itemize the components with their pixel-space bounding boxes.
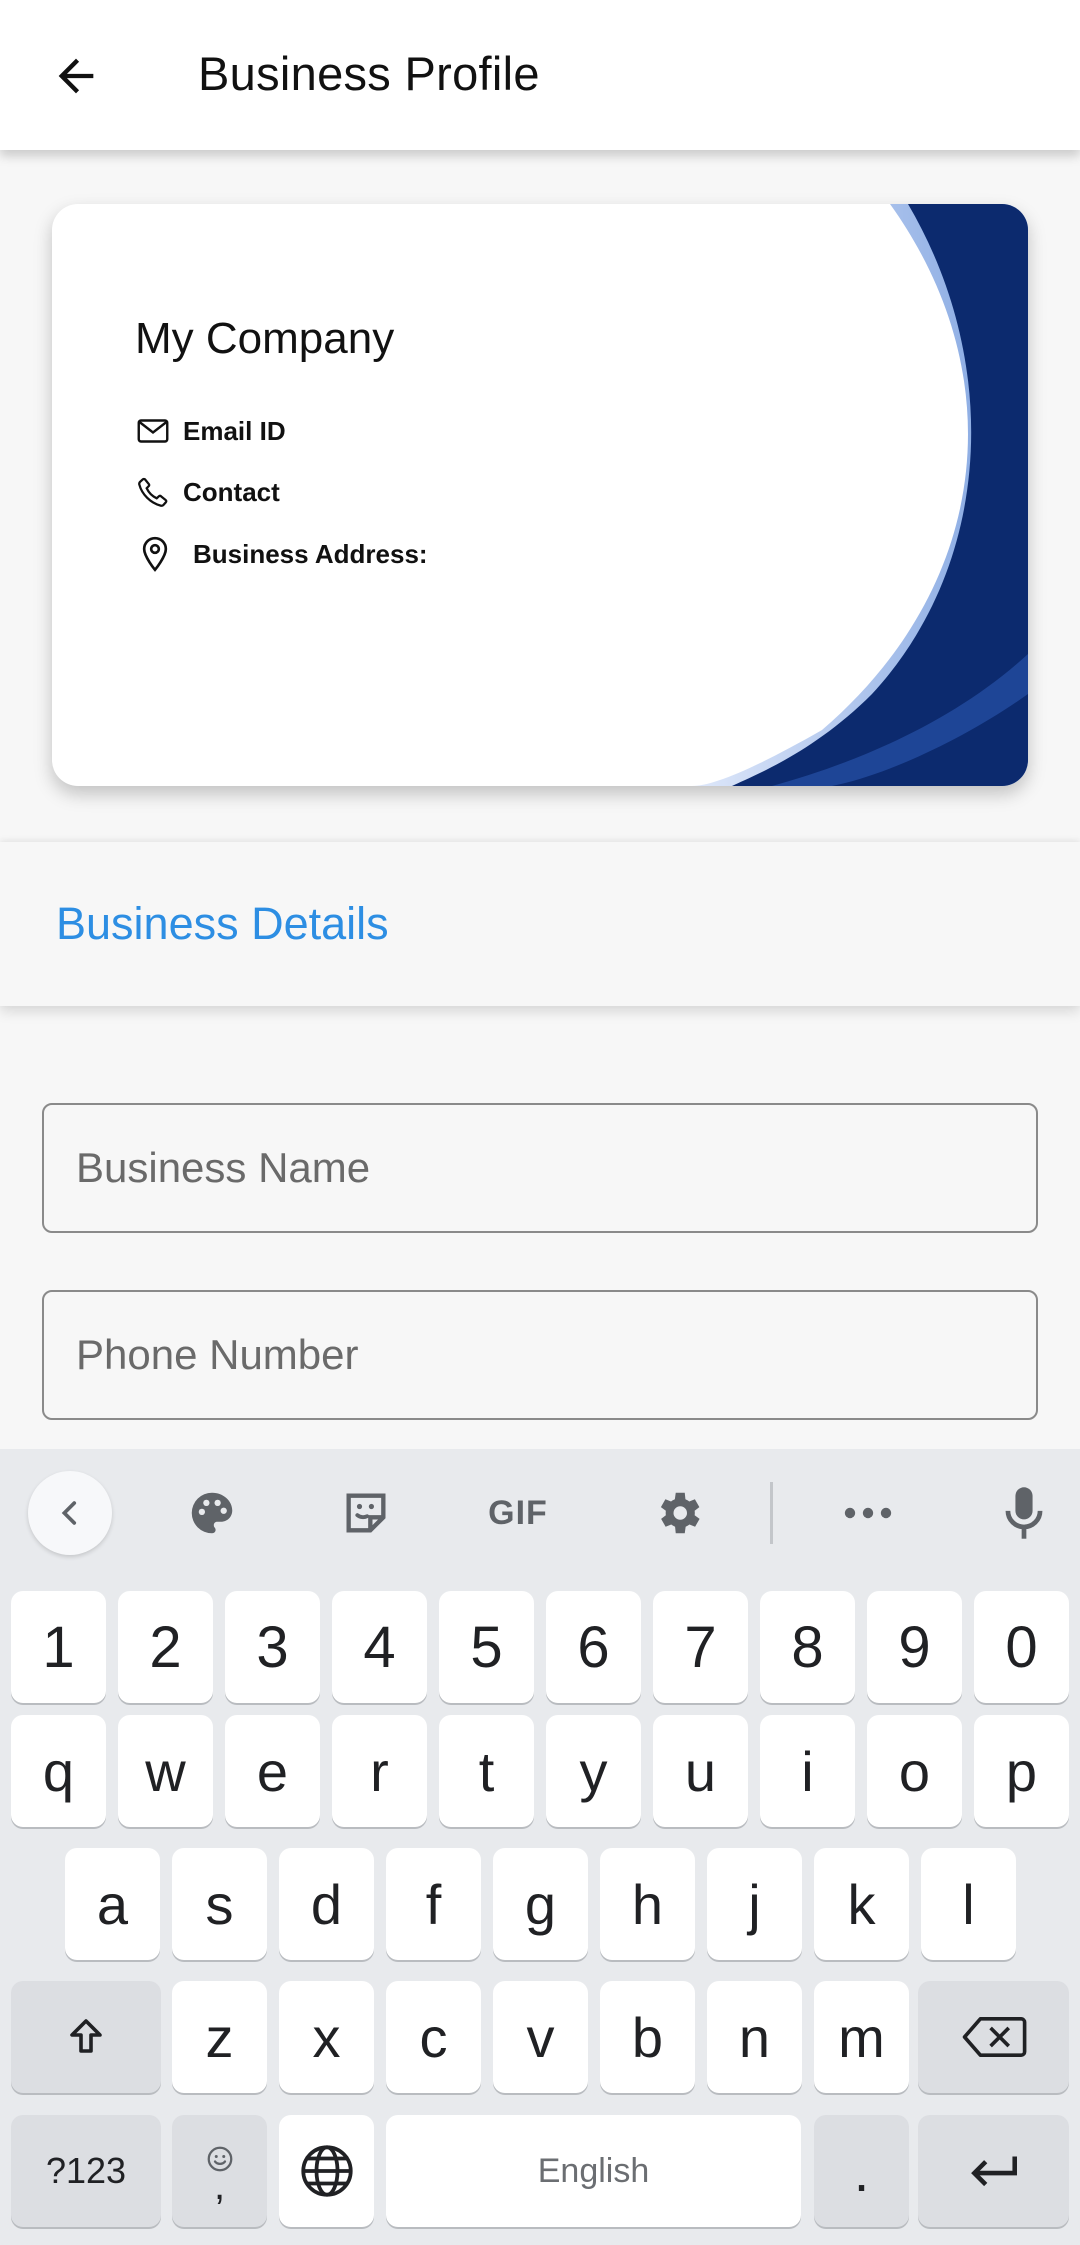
phone-number-input[interactable] (44, 1292, 1036, 1418)
key-e[interactable]: e (225, 1715, 320, 1827)
key-g[interactable]: g (493, 1848, 588, 1960)
key-8[interactable]: 8 (760, 1591, 855, 1703)
voice-input-button[interactable] (996, 1475, 1052, 1551)
period-key[interactable]: . (814, 2115, 909, 2227)
key-u[interactable]: u (653, 1715, 748, 1827)
key-b[interactable]: b (600, 1981, 695, 2093)
email-label: Email ID (183, 415, 286, 446)
mic-icon (1005, 1487, 1043, 1539)
contact-label: Contact (183, 476, 280, 507)
key-f[interactable]: f (386, 1848, 481, 1960)
key-9[interactable]: 9 (867, 1591, 962, 1703)
symbols-key[interactable]: ?123 (11, 2115, 161, 2227)
key-t[interactable]: t (439, 1715, 534, 1827)
key-0[interactable]: 0 (974, 1591, 1069, 1703)
backspace-key[interactable] (918, 1981, 1069, 2093)
key-4[interactable]: 4 (332, 1591, 427, 1703)
sticker-button[interactable] (336, 1477, 396, 1549)
address-row: Business Address: (135, 534, 428, 574)
email-row: Email ID (135, 413, 286, 449)
key-h[interactable]: h (600, 1848, 695, 1960)
soft-keyboard: GIF 1 2 3 4 5 6 7 8 9 0 q w e r t y u i … (0, 1449, 1080, 2245)
key-w[interactable]: w (118, 1715, 213, 1827)
address-label: Business Address: (193, 538, 428, 569)
gif-button[interactable]: GIF (478, 1477, 558, 1549)
toolbar-divider (770, 1482, 773, 1544)
chevron-left-icon (61, 1501, 77, 1525)
key-l[interactable]: l (921, 1848, 1016, 1960)
enter-key[interactable] (918, 2115, 1069, 2227)
globe-icon (300, 2145, 353, 2197)
emoji-comma-key[interactable]: , (172, 2115, 267, 2227)
key-1[interactable]: 1 (11, 1591, 106, 1703)
app-bar: Business Profile (0, 0, 1080, 150)
palette-icon (191, 1492, 233, 1534)
key-j[interactable]: j (707, 1848, 802, 1960)
key-s[interactable]: s (172, 1848, 267, 1960)
key-5[interactable]: 5 (439, 1591, 534, 1703)
company-name: My Company (135, 314, 395, 363)
theme-button[interactable] (182, 1477, 242, 1549)
section-title: Business Details (56, 898, 389, 949)
key-r[interactable]: r (332, 1715, 427, 1827)
key-p[interactable]: p (974, 1715, 1069, 1827)
shift-key[interactable] (11, 1981, 161, 2093)
contact-row: Contact (135, 474, 280, 510)
more-button[interactable] (836, 1477, 900, 1549)
key-v[interactable]: v (493, 1981, 588, 2093)
key-6[interactable]: 6 (546, 1591, 641, 1703)
gif-icon: GIF (488, 1493, 548, 1532)
location-pin-icon (142, 536, 168, 572)
arrow-back-icon (58, 58, 94, 94)
enter-icon (970, 2156, 1017, 2187)
business-details-section: Business Details (0, 842, 1080, 1006)
key-a[interactable]: a (65, 1848, 160, 1960)
key-q[interactable]: q (11, 1715, 106, 1827)
key-i[interactable]: i (760, 1715, 855, 1827)
key-n[interactable]: n (707, 1981, 802, 2093)
key-2[interactable]: 2 (118, 1591, 213, 1703)
key-3[interactable]: 3 (225, 1591, 320, 1703)
business-card-preview: My Company Email ID Contact Business Add… (52, 204, 1028, 786)
key-7[interactable]: 7 (653, 1591, 748, 1703)
backspace-icon (962, 2017, 1026, 2057)
key-y[interactable]: y (546, 1715, 641, 1827)
comma-label: , (213, 2164, 226, 2208)
mail-icon (137, 419, 169, 443)
shift-icon (70, 2019, 102, 2053)
phone-icon (138, 477, 168, 507)
settings-icon (660, 1492, 700, 1534)
back-button[interactable] (40, 40, 112, 112)
business-name-input[interactable] (44, 1105, 1036, 1231)
key-z[interactable]: z (172, 1981, 267, 2093)
more-icon (844, 1507, 892, 1519)
key-d[interactable]: d (279, 1848, 374, 1960)
keyboard-settings-button[interactable] (646, 1477, 710, 1549)
key-o[interactable]: o (867, 1715, 962, 1827)
key-m[interactable]: m (814, 1981, 909, 2093)
key-k[interactable]: k (814, 1848, 909, 1960)
page-title: Business Profile (198, 47, 540, 100)
keyboard-collapse-button[interactable] (28, 1471, 112, 1555)
key-c[interactable]: c (386, 1981, 481, 2093)
sticker-icon (346, 1493, 386, 1533)
space-key[interactable]: English (386, 2115, 801, 2227)
business-name-field[interactable] (42, 1103, 1038, 1233)
key-x[interactable]: x (279, 1981, 374, 2093)
phone-number-field[interactable] (42, 1290, 1038, 1420)
language-key[interactable] (279, 2115, 374, 2227)
